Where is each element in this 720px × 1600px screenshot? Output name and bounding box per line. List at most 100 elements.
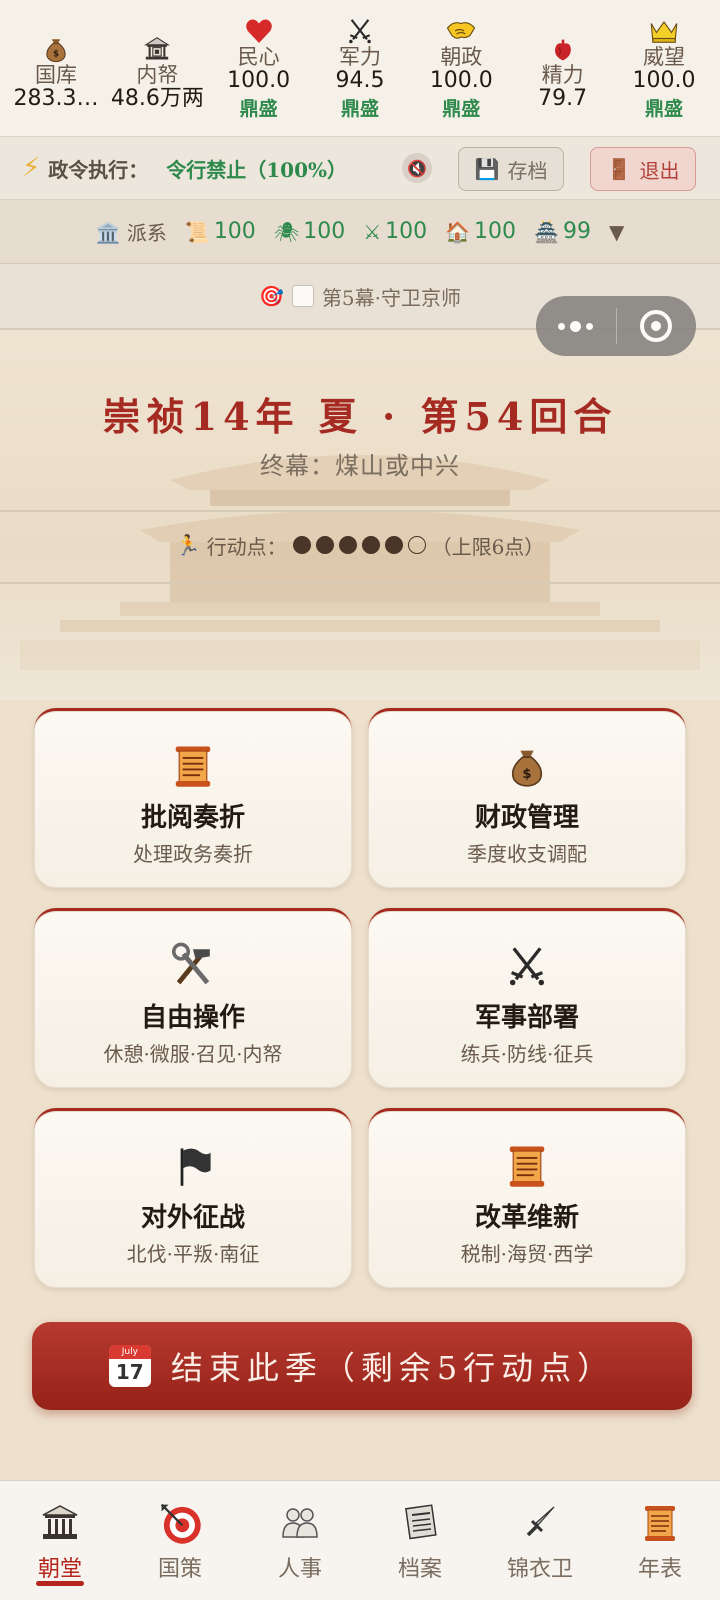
- status-badge: 鼎盛: [340, 98, 379, 120]
- card-title: 自由操作: [140, 1003, 245, 1033]
- faction-item: 🏠 100: [445, 219, 517, 244]
- card-subtitle: 练兵·防线·征兵: [460, 1042, 594, 1066]
- people-icon: [279, 1499, 321, 1547]
- target-icon: [157, 1499, 203, 1547]
- stat-morale[interactable]: 民心 100.0 鼎盛: [209, 10, 309, 136]
- spider-icon: 🕷: [273, 219, 300, 244]
- card-free-action[interactable]: 自由操作 休憩·微服·召见·内帑: [34, 908, 352, 1088]
- action-points-label: 行动点：: [206, 534, 287, 559]
- money-bag-icon: [505, 741, 549, 791]
- nav-item-timeline[interactable]: 年表: [600, 1481, 720, 1600]
- action-point-filled: [361, 536, 380, 554]
- act-checkbox[interactable]: [291, 285, 314, 307]
- card-subtitle: 税制·海贸·西学: [460, 1242, 594, 1266]
- crown-icon: [645, 10, 683, 46]
- lightning-icon: ⚡: [22, 153, 41, 183]
- action-point-filled: [338, 536, 357, 554]
- target-icon: 🎯: [259, 284, 284, 308]
- stat-energy[interactable]: 精力 79.7: [513, 10, 613, 136]
- nav-item-archive[interactable]: 档案: [360, 1481, 480, 1600]
- turn-title: 崇祯14年 夏 · 第54回合: [102, 394, 618, 439]
- stat-privy-purse[interactable]: 内帑 48.6万两: [107, 10, 207, 136]
- newspaper-icon: [400, 1499, 440, 1547]
- scroll-icon: [170, 741, 216, 791]
- divider: [0, 582, 720, 584]
- mute-icon[interactable]: 🔇: [402, 153, 432, 183]
- card-title: 财政管理: [474, 803, 579, 833]
- scroll-icon: [640, 1499, 680, 1547]
- faction-item: ⚔ 100: [363, 219, 428, 244]
- stat-value: 48.6万两: [110, 86, 204, 111]
- floppy-disk-icon: 💾: [474, 157, 500, 181]
- handshake-icon: [442, 10, 480, 46]
- running-person-icon: 🏃: [175, 533, 201, 557]
- save-button[interactable]: 💾 存档: [458, 147, 564, 191]
- action-points: 🏃 行动点： （上限6点）: [0, 520, 720, 570]
- nav-item-policy[interactable]: 国策: [120, 1481, 240, 1600]
- exit-label: 退出: [639, 158, 680, 183]
- heart-icon: [243, 10, 275, 46]
- action-point-filled: [292, 536, 311, 554]
- faction-label: 🏛️ 派系: [95, 221, 167, 245]
- stat-label: 军力: [338, 45, 381, 69]
- faction-bar[interactable]: 🏛️ 派系 📜 100 🕷 100 ⚔ 100 🏠 100 🏯 99 ▼: [0, 200, 720, 264]
- policy-bar: ⚡ 政令执行： 令行禁止（100%） 🔇 💾 存档 🚪 退出: [0, 136, 720, 200]
- stat-value: 94.5: [335, 68, 385, 93]
- chevron-down-icon[interactable]: ▼: [609, 220, 624, 244]
- action-points-dots: [292, 536, 426, 554]
- calendar-icon: July 17: [108, 1345, 151, 1387]
- save-label: 存档: [507, 158, 548, 183]
- nav-item-guard[interactable]: 锦衣卫: [480, 1481, 600, 1600]
- card-finance[interactable]: 财政管理 季度收支调配: [368, 708, 686, 888]
- more-options-icon[interactable]: [536, 320, 616, 332]
- nav-label: 档案: [397, 1557, 442, 1582]
- classical-building-icon: [40, 1499, 80, 1547]
- stat-value: 79.7: [538, 86, 588, 111]
- stat-label: 精力: [541, 63, 584, 87]
- stat-prestige[interactable]: 威望 100.0 鼎盛: [614, 10, 714, 136]
- nav-label: 年表: [637, 1557, 682, 1582]
- stat-value: 100.0: [429, 68, 493, 93]
- stat-label: 国库: [35, 63, 77, 87]
- status-badge: 鼎盛: [239, 98, 278, 120]
- door-icon: 🚪: [606, 157, 632, 181]
- action-point-empty: [407, 536, 426, 554]
- stat-value: 100.0: [227, 68, 291, 93]
- card-military[interactable]: 军事部署 练兵·防线·征兵: [368, 908, 686, 1088]
- money-bag-icon: [42, 10, 70, 64]
- stats-bar: 国库 283.3… 内帑 48.6万两 民心 100.0 鼎盛 军力 94.5 …: [0, 0, 720, 136]
- bank-icon: [143, 10, 171, 64]
- stat-military[interactable]: 军力 94.5 鼎盛: [310, 10, 410, 136]
- exit-button[interactable]: 🚪 退出: [590, 147, 696, 191]
- card-review-memorials[interactable]: 批阅奏折 处理政务奏折: [34, 708, 352, 888]
- stat-treasury[interactable]: 国库 283.3…: [6, 10, 106, 136]
- card-title: 对外征战: [140, 1203, 245, 1233]
- stat-label: 内帑: [136, 63, 179, 87]
- card-reform[interactable]: 改革维新 税制·海贸·西学: [368, 1108, 686, 1288]
- miniprogram-capsule: [536, 296, 696, 356]
- faction-item: 🕷 100: [273, 219, 346, 244]
- card-campaign[interactable]: 对外征战 北伐·平叛·南征: [34, 1108, 352, 1288]
- card-subtitle: 季度收支调配: [467, 842, 587, 866]
- card-title: 批阅奏折: [140, 803, 245, 833]
- scroll-icon: [504, 1141, 550, 1191]
- close-miniprogram-icon[interactable]: [617, 310, 697, 342]
- status-badge: 鼎盛: [644, 98, 683, 120]
- end-season-label: 结束此季（剩余5行动点）: [170, 1349, 616, 1387]
- stat-court[interactable]: 朝政 100.0 鼎盛: [411, 10, 511, 136]
- nav-item-court[interactable]: 朝堂: [0, 1481, 120, 1600]
- finale-subtitle: 终幕：煤山或中兴: [260, 452, 460, 480]
- nav-label: 人事: [277, 1557, 322, 1582]
- policy-label: 政令执行：: [48, 157, 149, 182]
- nav-item-personnel[interactable]: 人事: [240, 1481, 360, 1600]
- anatomical-heart-icon: [550, 10, 576, 64]
- end-season-button[interactable]: July 17 结束此季（剩余5行动点）: [32, 1322, 692, 1410]
- stat-value: 283.3…: [13, 86, 99, 111]
- status-badge: 鼎盛: [442, 98, 481, 120]
- stat-value: 100.0: [632, 68, 696, 93]
- policy-value: 令行禁止（100%）: [166, 157, 348, 182]
- nav-label: 锦衣卫: [506, 1557, 573, 1582]
- card-title: 改革维新: [474, 1203, 579, 1233]
- stat-label: 朝政: [440, 45, 483, 69]
- hammer-wrench-icon: [169, 941, 217, 991]
